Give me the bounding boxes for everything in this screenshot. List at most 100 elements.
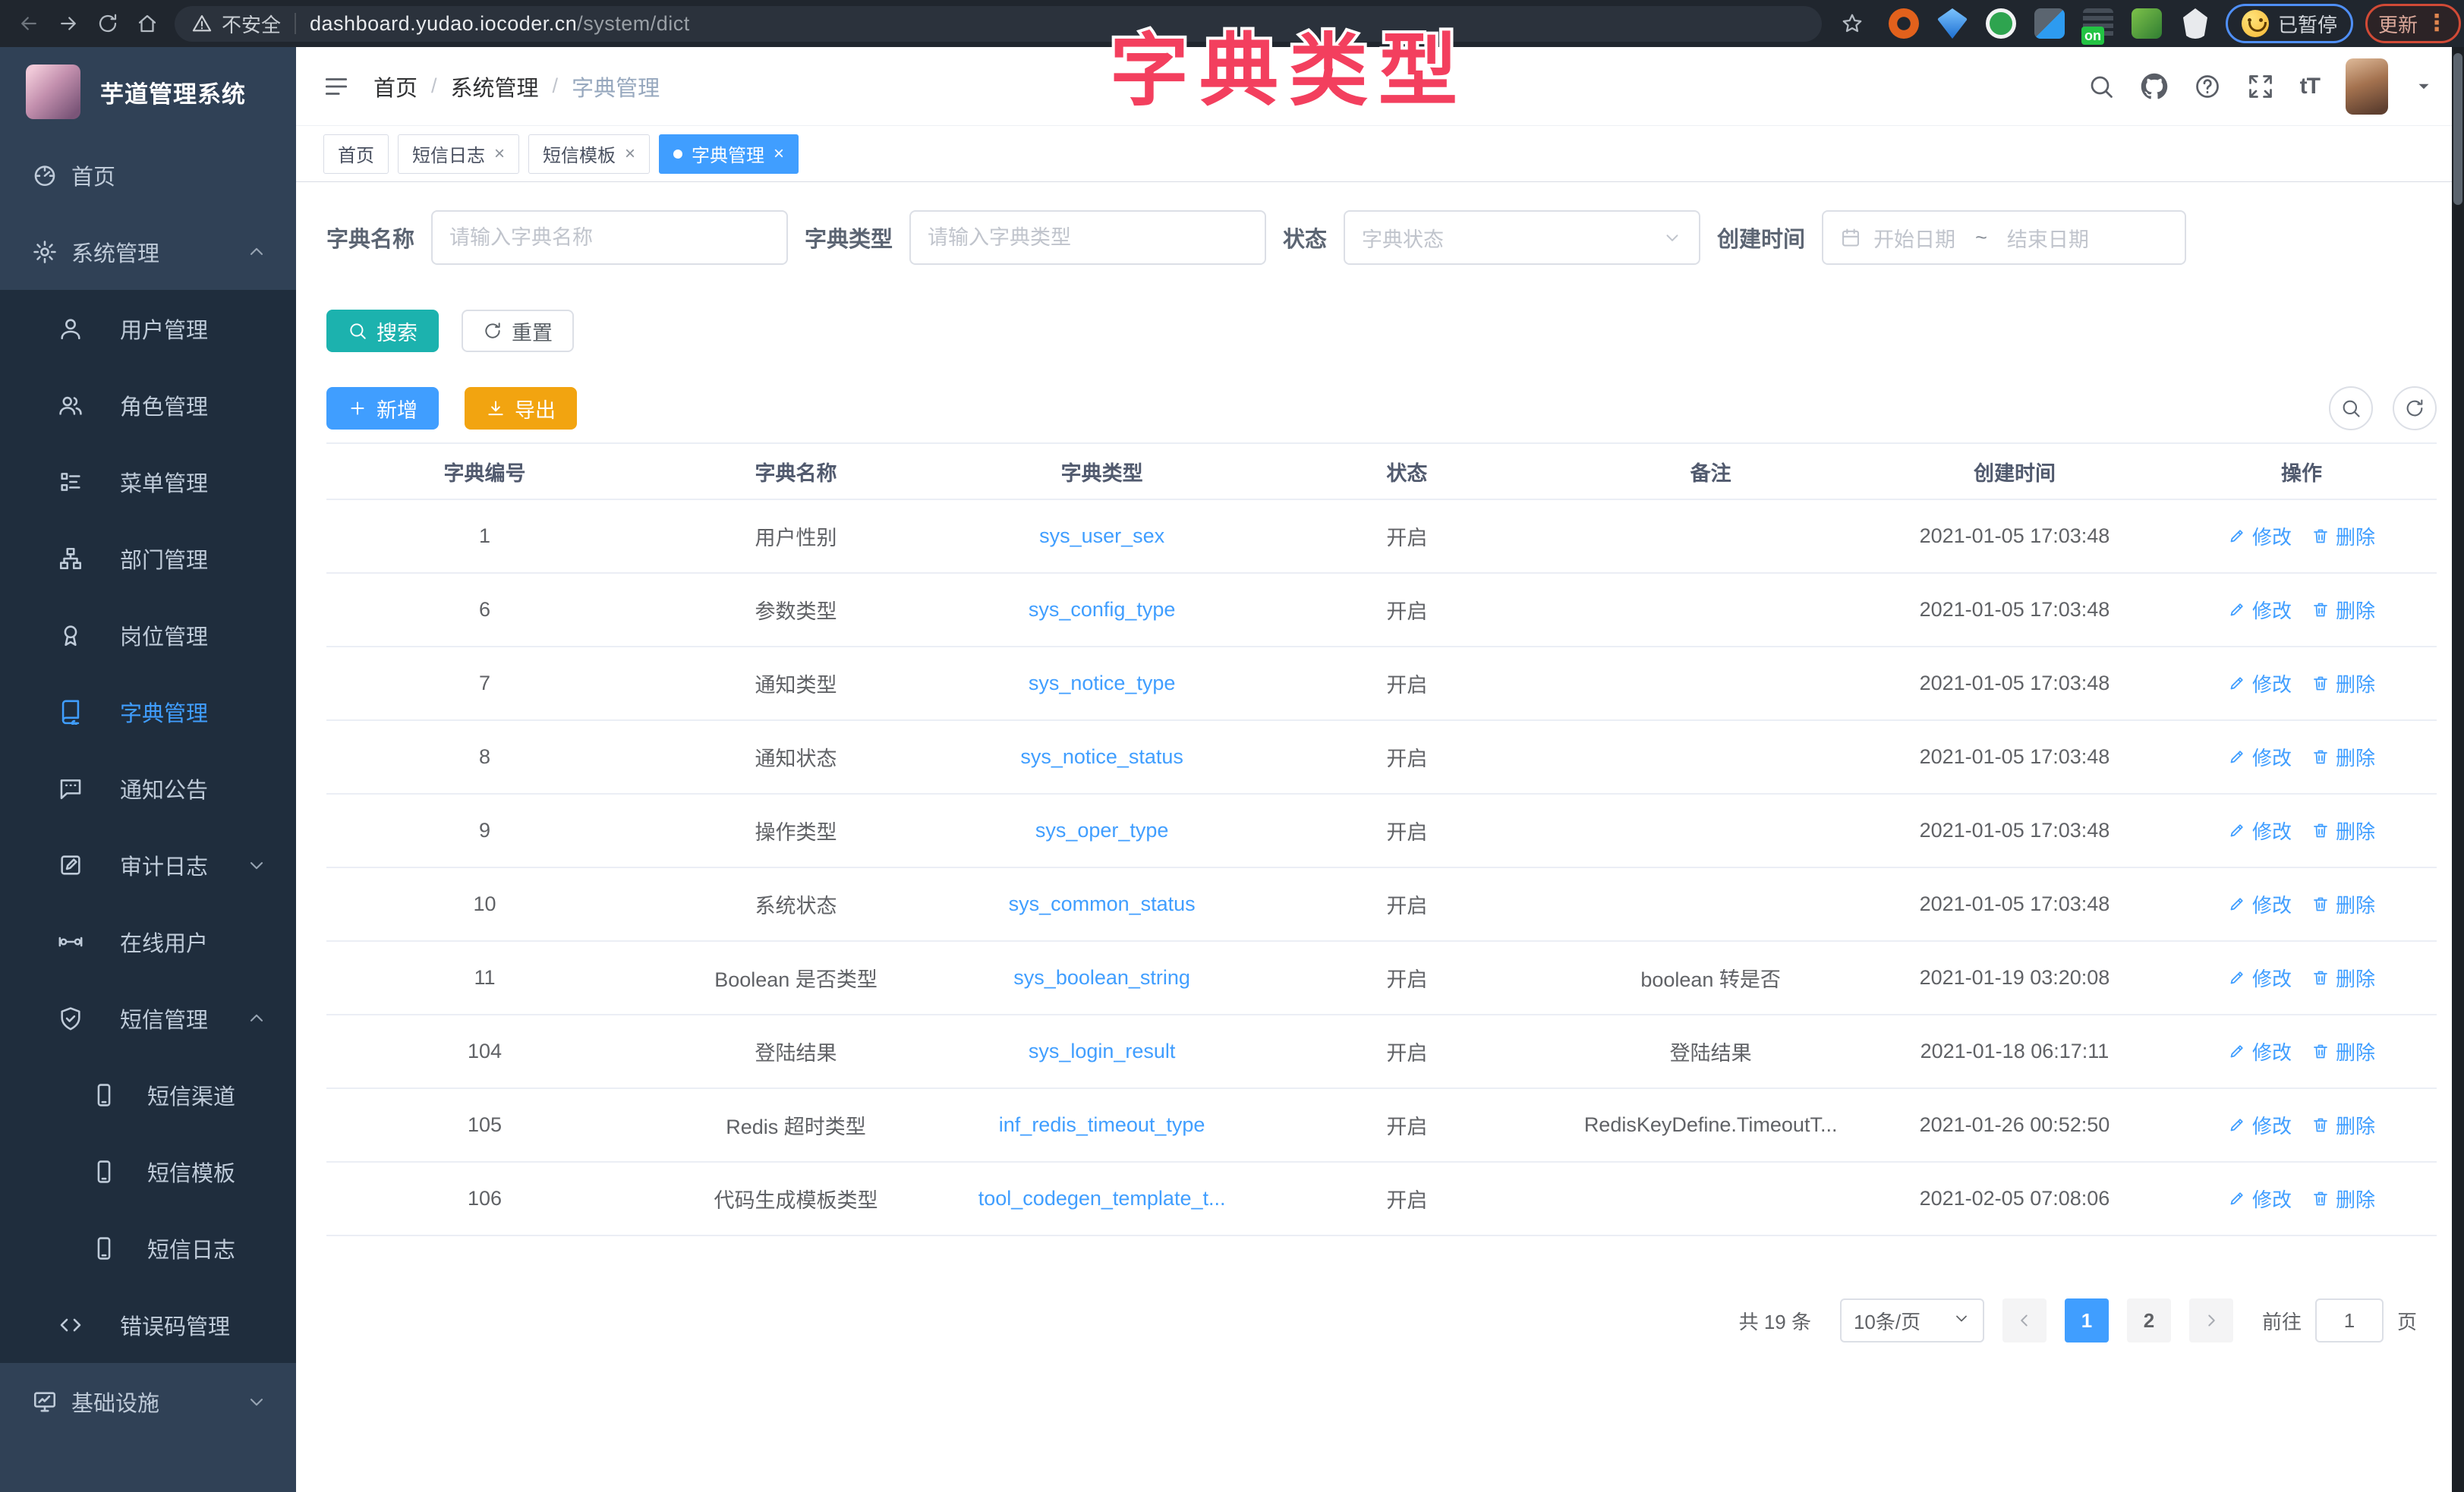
delete-link[interactable]: 删除 bbox=[2311, 1185, 2375, 1213]
date-range-picker[interactable]: 开始日期 ~ 结束日期 bbox=[1822, 210, 2186, 265]
page-button-2[interactable]: 2 bbox=[2127, 1298, 2171, 1342]
sidebar-item-role-management[interactable]: 角色管理 bbox=[0, 367, 296, 443]
status-select[interactable]: 字典状态 bbox=[1344, 210, 1700, 265]
edit-link[interactable]: 修改 bbox=[2228, 596, 2292, 624]
close-tab-icon[interactable]: × bbox=[625, 145, 635, 163]
reset-button[interactable]: 重置 bbox=[462, 310, 574, 352]
user-avatar[interactable] bbox=[2346, 58, 2388, 115]
edit-link[interactable]: 修改 bbox=[2228, 964, 2292, 992]
dict-type-input[interactable] bbox=[909, 210, 1266, 265]
delete-link[interactable]: 删除 bbox=[2311, 817, 2375, 845]
prev-page-button[interactable] bbox=[2002, 1298, 2047, 1342]
hamburger-icon[interactable] bbox=[322, 72, 351, 101]
browser-scrollbar[interactable] bbox=[2452, 47, 2464, 1492]
sidebar-item-sms-log[interactable]: 短信日志 bbox=[0, 1210, 296, 1286]
tab-sms-log[interactable]: 短信日志× bbox=[398, 134, 519, 174]
cell-actions: 修改删除 bbox=[2166, 1088, 2437, 1162]
sidebar-item-dict-management[interactable]: 字典管理 bbox=[0, 673, 296, 750]
search-button[interactable]: 搜索 bbox=[326, 310, 439, 352]
sidebar-item-home[interactable]: 首页 bbox=[0, 137, 296, 213]
refresh-table-button[interactable] bbox=[2393, 386, 2437, 430]
browser-home-icon[interactable] bbox=[128, 5, 167, 42]
cell-dict-type-link[interactable]: sys_user_sex bbox=[949, 499, 1255, 573]
delete-link[interactable]: 删除 bbox=[2311, 743, 2375, 771]
bookmark-star-icon[interactable] bbox=[1832, 5, 1872, 42]
delete-link[interactable]: 删除 bbox=[2311, 964, 2375, 992]
address-bar[interactable]: 不安全 dashboard.yudao.iocoder.cn/system/di… bbox=[175, 6, 1822, 42]
github-icon[interactable] bbox=[2141, 73, 2168, 100]
page-button-1[interactable]: 1 bbox=[2065, 1298, 2109, 1342]
edit-link[interactable]: 修改 bbox=[2228, 1185, 2292, 1213]
extension-paused-badge[interactable]: 已暂停 bbox=[2226, 4, 2353, 43]
sidebar-item-menu-management[interactable]: 菜单管理 bbox=[0, 443, 296, 520]
sidebar-item-system-management[interactable]: 系统管理 bbox=[0, 213, 296, 290]
edit-link[interactable]: 修改 bbox=[2228, 890, 2292, 918]
search-icon[interactable] bbox=[2087, 73, 2115, 100]
avatar-caret-down-icon[interactable] bbox=[2414, 77, 2434, 96]
delete-link[interactable]: 删除 bbox=[2311, 522, 2375, 550]
extension-icon-4[interactable] bbox=[2034, 8, 2065, 39]
edit-link[interactable]: 修改 bbox=[2228, 1111, 2292, 1139]
font-size-icon[interactable]: tT bbox=[2300, 74, 2320, 99]
goto-page-input[interactable] bbox=[2315, 1298, 2384, 1342]
sidebar-item-notice[interactable]: 通知公告 bbox=[0, 750, 296, 826]
extension-icon-2[interactable] bbox=[1937, 8, 1968, 39]
delete-link[interactable]: 删除 bbox=[2311, 669, 2375, 697]
sidebar-item-infrastructure[interactable]: 基础设施 bbox=[0, 1363, 296, 1440]
sidebar-item-sms-template[interactable]: 短信模板 bbox=[0, 1133, 296, 1210]
browser-update-button[interactable]: 更新 ⋮ bbox=[2365, 4, 2461, 43]
tab-home[interactable]: 首页 bbox=[323, 134, 389, 174]
close-tab-icon[interactable]: × bbox=[494, 145, 505, 163]
cell-dict-type-link[interactable]: sys_boolean_string bbox=[949, 941, 1255, 1015]
extension-icon-6[interactable] bbox=[2132, 8, 2162, 39]
toggle-search-button[interactable] bbox=[2329, 386, 2373, 430]
export-button[interactable]: 导出 bbox=[465, 387, 577, 430]
cell-dict-type-link[interactable]: tool_codegen_template_t... bbox=[949, 1162, 1255, 1235]
sidebar-item-sms-management[interactable]: 短信管理 bbox=[0, 980, 296, 1056]
extension-icon-5[interactable]: on bbox=[2083, 8, 2113, 39]
sidebar-item-error-code[interactable]: 错误码管理 bbox=[0, 1286, 296, 1363]
sidebar-item-online-users[interactable]: 在线用户 bbox=[0, 903, 296, 980]
sidebar-item-user-management[interactable]: 用户管理 bbox=[0, 290, 296, 367]
sidebar-item-dept-management[interactable]: 部门管理 bbox=[0, 520, 296, 596]
app-logo[interactable]: 芋道管理系统 bbox=[0, 47, 296, 137]
edit-link[interactable]: 修改 bbox=[2228, 817, 2292, 845]
edit-link[interactable]: 修改 bbox=[2228, 1037, 2292, 1065]
scrollbar-thumb[interactable] bbox=[2453, 53, 2462, 205]
breadcrumb-system[interactable]: 系统管理 bbox=[451, 71, 539, 102]
sidebar-item-audit-log[interactable]: 审计日志 bbox=[0, 826, 296, 903]
help-icon[interactable] bbox=[2194, 73, 2221, 100]
cell-dict-type-link[interactable]: sys_notice_status bbox=[949, 720, 1255, 794]
extension-icon-1[interactable] bbox=[1889, 8, 1919, 39]
browser-menu-icon[interactable]: ⋮ bbox=[2425, 12, 2448, 35]
fullscreen-icon[interactable] bbox=[2247, 73, 2274, 100]
delete-link[interactable]: 删除 bbox=[2311, 1037, 2375, 1065]
edit-link[interactable]: 修改 bbox=[2228, 522, 2292, 550]
delete-link[interactable]: 删除 bbox=[2311, 890, 2375, 918]
browser-forward-icon[interactable] bbox=[49, 5, 88, 42]
cell-dict-type-link[interactable]: sys_notice_type bbox=[949, 647, 1255, 720]
cell-dict-type-link[interactable]: sys_login_result bbox=[949, 1015, 1255, 1088]
sidebar-item-sms-channel[interactable]: 短信渠道 bbox=[0, 1056, 296, 1133]
cell-dict-type-link[interactable]: sys_common_status bbox=[949, 867, 1255, 941]
add-button[interactable]: 新增 bbox=[326, 387, 439, 430]
edit-link[interactable]: 修改 bbox=[2228, 669, 2292, 697]
close-tab-icon[interactable]: × bbox=[774, 145, 784, 163]
next-page-button[interactable] bbox=[2189, 1298, 2233, 1342]
dict-name-input[interactable] bbox=[431, 210, 788, 265]
breadcrumb-home[interactable]: 首页 bbox=[373, 71, 417, 102]
delete-link[interactable]: 删除 bbox=[2311, 596, 2375, 624]
extension-icon-3[interactable] bbox=[1986, 8, 2016, 39]
extension-icon-7[interactable] bbox=[2180, 8, 2210, 39]
page-size-select[interactable]: 10条/页 bbox=[1840, 1298, 1984, 1342]
sidebar-item-post-management[interactable]: 岗位管理 bbox=[0, 596, 296, 673]
tab-sms-template[interactable]: 短信模板× bbox=[528, 134, 650, 174]
edit-link[interactable]: 修改 bbox=[2228, 743, 2292, 771]
browser-back-icon[interactable] bbox=[9, 5, 49, 42]
cell-dict-type-link[interactable]: sys_config_type bbox=[949, 573, 1255, 647]
browser-reload-icon[interactable] bbox=[88, 5, 128, 42]
cell-dict-type-link[interactable]: inf_redis_timeout_type bbox=[949, 1088, 1255, 1162]
delete-link[interactable]: 删除 bbox=[2311, 1111, 2375, 1139]
tab-dict-management[interactable]: 字典管理× bbox=[659, 134, 799, 174]
cell-dict-type-link[interactable]: sys_oper_type bbox=[949, 794, 1255, 867]
